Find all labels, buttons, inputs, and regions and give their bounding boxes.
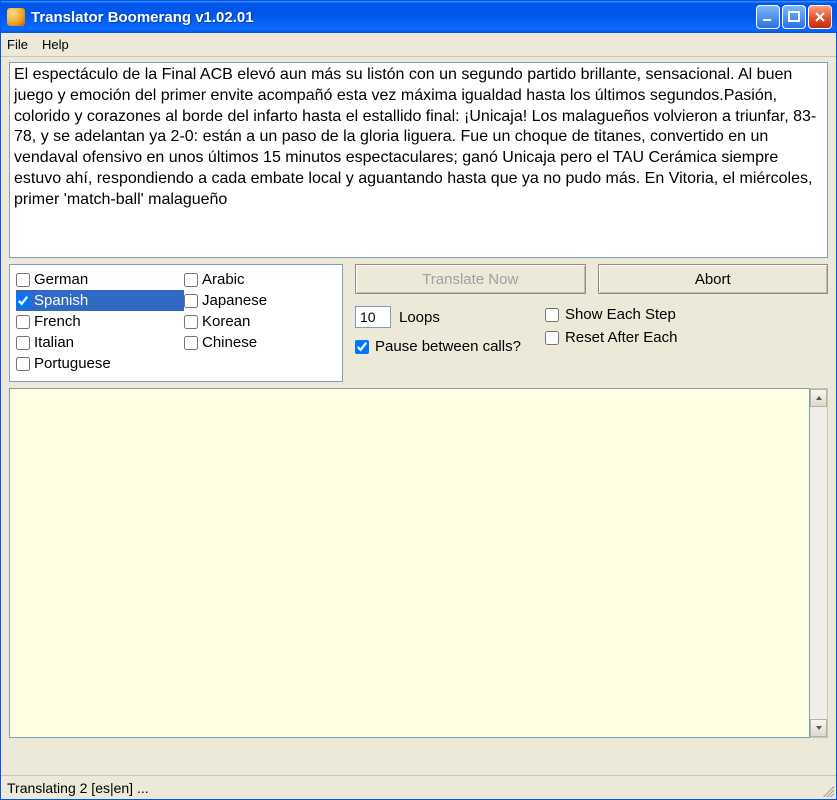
close-button[interactable]	[808, 5, 832, 29]
show-each-label: Show Each Step	[565, 306, 676, 323]
language-checkbox[interactable]	[184, 336, 198, 350]
titlebar[interactable]: Translator Boomerang v1.02.01	[1, 1, 836, 33]
input-textarea[interactable]	[9, 62, 828, 258]
language-label: German	[34, 271, 88, 288]
minimize-icon	[762, 11, 774, 23]
right-controls: Translate Now Abort Loops Pause between …	[355, 264, 828, 355]
language-item-korean[interactable]: Korean	[184, 311, 336, 332]
statusbar: Translating 2 [es|en] ...	[1, 775, 836, 799]
options-row: Loops Pause between calls? Show Each Ste…	[355, 306, 828, 355]
abort-button[interactable]: Abort	[598, 264, 829, 294]
language-item-empty	[184, 353, 336, 374]
language-checkbox[interactable]	[16, 273, 30, 287]
language-item-japanese[interactable]: Japanese	[184, 290, 336, 311]
output-textarea[interactable]	[9, 388, 810, 738]
maximize-icon	[788, 11, 800, 23]
menubar: File Help	[1, 33, 836, 57]
language-label: Spanish	[34, 292, 88, 309]
client-area: German Arabic Spanish Japanese French Korean I…	[1, 57, 836, 775]
show-each-checkbox-input[interactable]	[545, 308, 559, 322]
resize-grip-icon[interactable]	[820, 783, 834, 797]
language-label: French	[34, 313, 81, 330]
chevron-down-icon	[815, 724, 823, 732]
minimize-button[interactable]	[756, 5, 780, 29]
options-right: Show Each Step Reset After Each	[545, 306, 678, 346]
menu-file[interactable]: File	[7, 37, 28, 52]
language-checkbox[interactable]	[16, 357, 30, 371]
chevron-up-icon	[815, 394, 823, 402]
reset-label: Reset After Each	[565, 329, 678, 346]
language-label: Korean	[202, 313, 250, 330]
options-left: Loops Pause between calls?	[355, 306, 521, 355]
maximize-button[interactable]	[782, 5, 806, 29]
scroll-up-button[interactable]	[810, 389, 827, 407]
show-each-step-checkbox[interactable]: Show Each Step	[545, 306, 678, 323]
language-listbox[interactable]: German Arabic Spanish Japanese French Korean I…	[9, 264, 343, 382]
app-icon	[7, 8, 25, 26]
language-checkbox[interactable]	[16, 294, 30, 308]
language-checkbox[interactable]	[16, 336, 30, 350]
reset-after-each-checkbox[interactable]: Reset After Each	[545, 329, 678, 346]
menu-help[interactable]: Help	[42, 37, 69, 52]
language-label: Japanese	[202, 292, 267, 309]
window-title: Translator Boomerang v1.02.01	[31, 9, 756, 26]
language-label: Italian	[34, 334, 74, 351]
button-row: Translate Now Abort	[355, 264, 828, 294]
loops-label: Loops	[399, 309, 440, 326]
pause-between-calls-checkbox[interactable]: Pause between calls?	[355, 338, 521, 355]
reset-after-checkbox-input[interactable]	[545, 331, 559, 345]
pause-label: Pause between calls?	[375, 338, 521, 355]
loops-wrap: Loops	[355, 306, 521, 328]
app-window: Translator Boomerang v1.02.01 File Help …	[0, 0, 837, 800]
language-item-french[interactable]: French	[16, 311, 184, 332]
language-item-portuguese[interactable]: Portuguese	[16, 353, 184, 374]
language-item-arabic[interactable]: Arabic	[184, 269, 336, 290]
language-label: Arabic	[202, 271, 245, 288]
language-item-italian[interactable]: Italian	[16, 332, 184, 353]
language-checkbox[interactable]	[184, 315, 198, 329]
language-item-german[interactable]: German	[16, 269, 184, 290]
output-wrap	[9, 388, 828, 738]
language-checkbox[interactable]	[16, 315, 30, 329]
translate-now-button[interactable]: Translate Now	[355, 264, 586, 294]
language-item-spanish[interactable]: Spanish	[16, 290, 184, 311]
controls-row: German Arabic Spanish Japanese French Korean I…	[9, 264, 828, 382]
language-label: Chinese	[202, 334, 257, 351]
language-label: Portuguese	[34, 355, 111, 372]
pause-checkbox-input[interactable]	[355, 340, 369, 354]
window-buttons	[756, 5, 832, 29]
output-scrollbar[interactable]	[810, 388, 828, 738]
language-checkbox[interactable]	[184, 294, 198, 308]
language-item-chinese[interactable]: Chinese	[184, 332, 336, 353]
scroll-down-button[interactable]	[810, 719, 827, 737]
status-text: Translating 2 [es|en] ...	[7, 780, 149, 796]
language-checkbox[interactable]	[184, 273, 198, 287]
loops-input[interactable]	[355, 306, 391, 328]
close-icon	[814, 11, 826, 23]
